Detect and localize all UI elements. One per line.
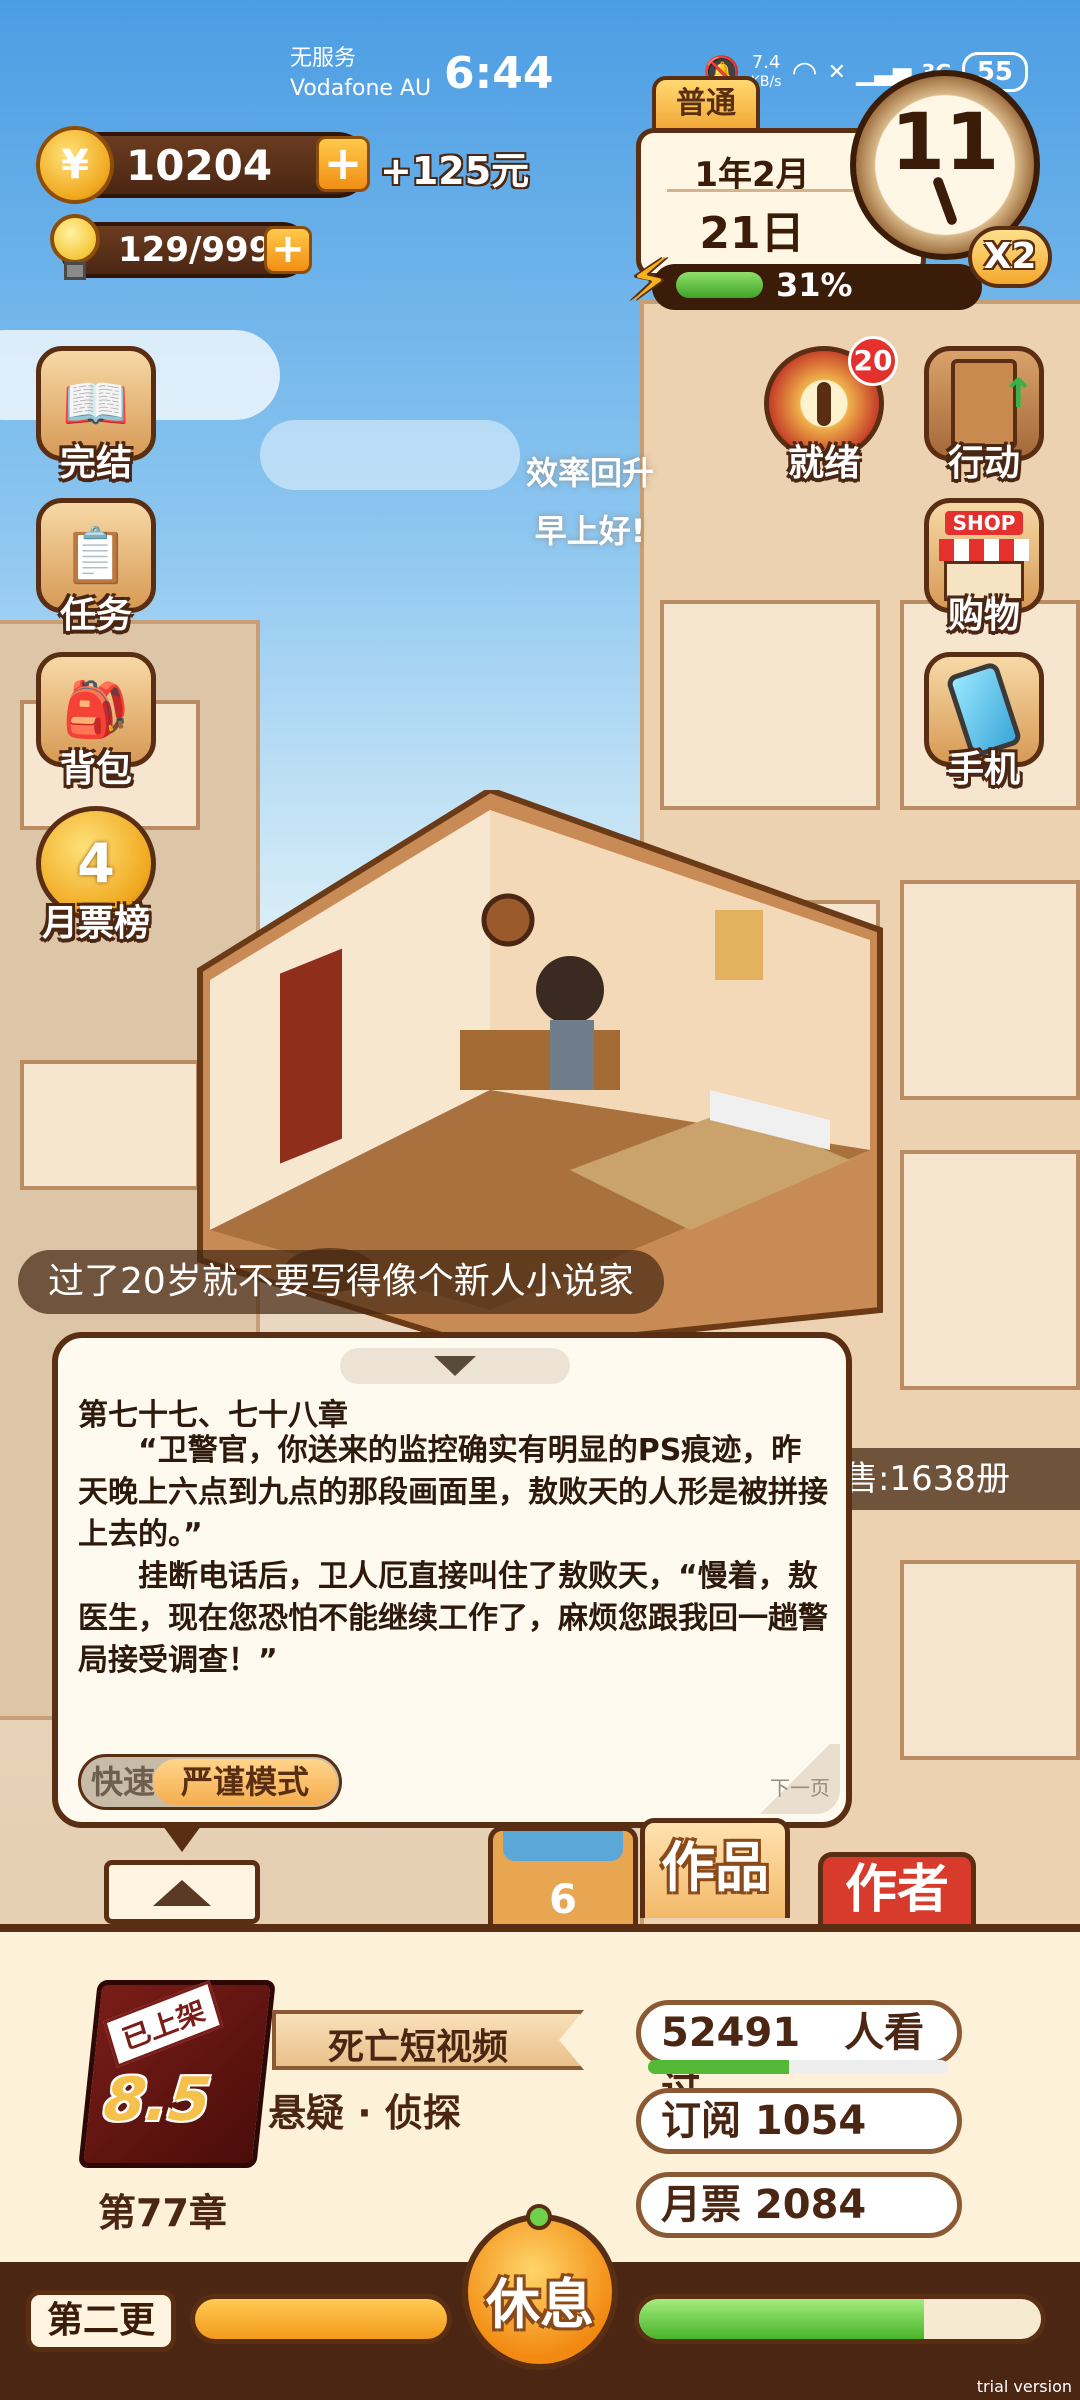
tasks-button[interactable]: 📋 任务 <box>26 498 166 638</box>
rest-indicator-dot <box>526 2204 552 2230</box>
second-update-label[interactable]: 第二更 <box>26 2290 176 2352</box>
monthly-ticket-stat: 月票 2084 <box>636 2172 962 2238</box>
phone-button[interactable]: 手机 <box>914 652 1054 792</box>
popup-pointer <box>160 1822 204 1852</box>
day-progress-bar: 31% <box>652 264 982 310</box>
chevron-down-icon <box>434 1356 476 1376</box>
float-text-efficiency: 效率回升 <box>525 454 654 492</box>
day: 21日 <box>699 208 805 259</box>
rigorous-mode-option[interactable]: 严谨模式 <box>153 1759 337 1805</box>
tab-works[interactable]: 作品 <box>640 1818 790 1918</box>
wifi-icon: ◠ <box>791 54 818 90</box>
speed-multiplier-button[interactable]: X2 <box>968 226 1052 288</box>
book-genre: 悬疑 · 侦探 <box>268 2091 461 2135</box>
chapter-body: “卫警官，你送来的监控确实有明显的PS痕迹，昨天晚上六点到九点的那段画面里，敖败… <box>78 1433 828 1678</box>
next-page-button[interactable]: 下一页 <box>750 1744 840 1814</box>
status-time: 6:44 <box>444 48 554 99</box>
book-cover[interactable]: 已上架 8.5 <box>78 1980 276 2168</box>
chevron-up-icon <box>153 1880 211 1906</box>
ready-button[interactable]: 20 就绪 <box>754 336 898 486</box>
book-chapter: 第77章 <box>98 2191 227 2235</box>
rest-progress-bar <box>634 2294 1046 2344</box>
add-energy-button[interactable]: + <box>264 226 312 274</box>
fast-mode-option[interactable]: 快速 <box>91 1757 155 1807</box>
add-coins-button[interactable]: + <box>316 136 370 192</box>
rest-progress-fill <box>639 2299 925 2339</box>
monthly-ticket-ranking-button[interactable]: 4 月票榜 <box>26 806 166 946</box>
subscription-stat: 订阅 1054 <box>636 2088 962 2154</box>
tab-center[interactable]: 6 <box>488 1826 638 1926</box>
difficulty-tag[interactable]: 普通 <box>652 76 760 132</box>
backpack-button[interactable]: 🎒 背包 <box>26 652 166 792</box>
commentary-ticker: 过了20岁就不要写得像个新人小说家 <box>18 1250 664 1314</box>
float-text-greeting: 早上好! <box>534 512 646 550</box>
clock-hour: 11 <box>890 98 1000 188</box>
update-progress-fill <box>195 2299 447 2339</box>
shop-button[interactable]: SHOP 购物 <box>914 498 1054 638</box>
book-title-ribbon[interactable]: 死亡短视频 <box>272 2010 584 2070</box>
chapter-text-popup[interactable]: 第七十七、七十八章 “卫警官，你送来的监控确实有明显的PS痕迹，昨天晚上六点到九… <box>52 1332 852 1828</box>
lightbulb-icon <box>46 214 104 284</box>
shelved-tag: 已上架 <box>103 1980 224 2068</box>
coin-icon: ¥ <box>36 126 114 204</box>
chapter-title: 第七十七、七十八章 <box>78 1398 348 1433</box>
tab-author[interactable]: 作者 <box>818 1852 976 1924</box>
sales-counter: 售:1638册 <box>840 1448 1080 1510</box>
day-progress-fill <box>676 272 763 298</box>
book-rating: 8.5 <box>100 2065 215 2135</box>
completed-button[interactable]: 📖 完结 <box>26 346 166 486</box>
carrier-info: 无服务 Vodafone AU <box>290 46 432 101</box>
ready-badge: 20 <box>848 336 898 386</box>
readers-progress-fill <box>648 2060 789 2074</box>
action-button[interactable]: ↑ 行动 <box>914 346 1054 486</box>
watermark: trial version <box>976 2377 1072 2396</box>
energy-bolt-icon: ⚡ <box>628 246 671 316</box>
writing-mode-toggle[interactable]: 快速 严谨模式 <box>78 1754 342 1810</box>
rest-button[interactable]: 休息 <box>462 2204 618 2370</box>
readers-progress-bar <box>648 2060 948 2074</box>
collapse-popup-handle[interactable] <box>340 1348 570 1384</box>
coin-income-text: +125元 <box>380 149 530 193</box>
expand-panel-button[interactable] <box>104 1860 260 1924</box>
update-progress-bar <box>190 2294 452 2344</box>
readers-stat: 52491 人看过 <box>636 2000 962 2112</box>
no-sim-icon: ✕ <box>827 59 847 85</box>
